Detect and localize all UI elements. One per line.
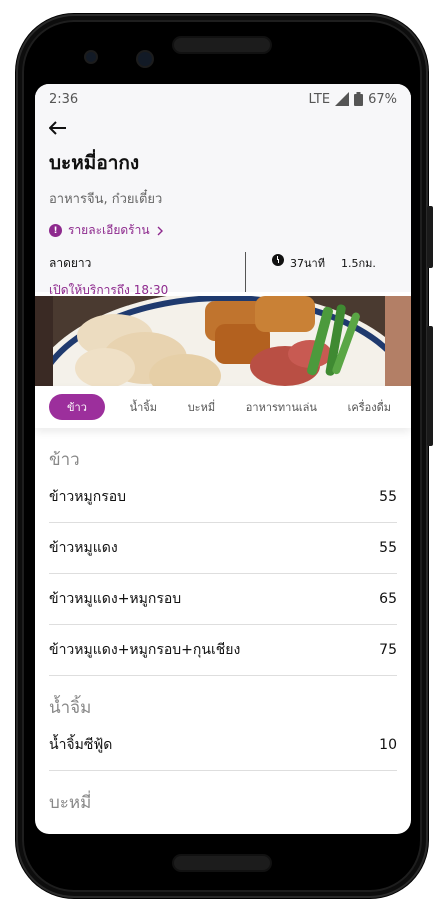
restaurant-details-link[interactable]: ! รายละเอียดร้าน	[49, 221, 397, 240]
restaurant-header: บะหมี่อากง อาหารจีน, ก๋วยเตี๋ยว ! รายละเ…	[35, 114, 411, 297]
menu-item[interactable]: ข้าวหมูแดง+หมูกรอบ 65	[49, 574, 397, 625]
branch-name: ลาดยาว	[49, 256, 92, 270]
restaurant-name: บะหมี่อากง	[49, 152, 140, 174]
menu-item-price: 55	[379, 540, 397, 556]
branch-info: ลาดยาว เปิดให้บริการถึง 18:30 37นาที 1.5…	[49, 252, 397, 297]
tab-appetizer[interactable]: อาหารทานเล่น	[240, 393, 323, 421]
menu-item-name: น้ำจิ้มซีฟู้ด	[49, 737, 113, 753]
section-title-rice: ข้าว	[49, 450, 80, 470]
power-button	[427, 206, 433, 268]
hero-food-image	[35, 296, 411, 386]
tab-drinks[interactable]: เครื่องดื่ม	[342, 393, 397, 421]
food-photo	[35, 296, 411, 386]
arrow-left-icon	[49, 121, 66, 135]
top-speaker	[174, 38, 270, 52]
front-camera	[138, 52, 152, 66]
battery-icon	[354, 92, 364, 106]
status-indicators: LTE 67%	[308, 92, 397, 107]
menu-item[interactable]: ข้าวหมูแดง 55	[49, 523, 397, 574]
network-label: LTE	[308, 91, 331, 107]
menu-item-name: ข้าวหมูแดง+หมูกรอบ+กุนเชียง	[49, 642, 241, 658]
volume-button	[427, 326, 433, 446]
signal-icon	[335, 92, 350, 106]
clock-icon	[272, 254, 284, 266]
tab-rice[interactable]: ข้าว	[49, 394, 105, 420]
delivery-time: 37นาที	[290, 257, 325, 270]
details-link-label: รายละเอียดร้าน	[68, 223, 150, 237]
menu-item[interactable]: ข้าวหมูแดง+หมูกรอบ+กุนเชียง 75	[49, 625, 397, 676]
tab-noodle[interactable]: บะหมี่	[182, 393, 221, 421]
category-tabs: ข้าว น้ำจิ้ม บะหมี่ อาหารทานเล่น เครื่อง…	[35, 386, 411, 428]
battery-percent: 67%	[368, 91, 397, 107]
menu-item-price: 10	[379, 737, 397, 753]
status-time: 2:36	[49, 91, 79, 107]
menu-item-name: ข้าวหมูแดง	[49, 540, 118, 556]
app-screen: 2:36 LTE 67% บะหมี่อากง อาหารจีน, ก๋วยเต…	[35, 84, 411, 834]
chevron-right-icon	[157, 226, 163, 235]
branch-block: ลาดยาว เปิดให้บริการถึง 18:30	[49, 252, 246, 297]
menu-item-name: ข้าวหมูแดง+หมูกรอบ	[49, 591, 182, 607]
menu-list: ข้าว ข้าวหมูกรอบ 55 ข้าวหมูแดง 55 ข้าวหม…	[35, 446, 411, 815]
sensor	[86, 52, 96, 62]
status-bar: 2:36 LTE 67%	[35, 84, 411, 114]
distance: 1.5กม.	[340, 257, 376, 270]
section-title-noodle: บะหมี่	[49, 793, 92, 813]
menu-item-price: 65	[379, 591, 397, 607]
info-icon: !	[49, 224, 62, 237]
restaurant-categories: อาหารจีน, ก๋วยเตี๋ยว	[49, 192, 163, 207]
menu-item[interactable]: ข้าวหมูกรอบ 55	[49, 472, 397, 523]
bottom-speaker	[174, 856, 270, 870]
menu-item-price: 75	[379, 642, 397, 658]
menu-item-name: ข้าวหมูกรอบ	[49, 489, 127, 505]
menu-item-price: 55	[379, 489, 397, 505]
menu-item[interactable]: น้ำจิ้มซีฟู้ด 10	[49, 720, 397, 771]
back-button[interactable]	[49, 114, 397, 142]
tab-sauce[interactable]: น้ำจิ้ม	[124, 393, 163, 421]
section-title-sauce: น้ำจิ้ม	[49, 698, 92, 718]
delivery-info: 37นาที 1.5กม.	[246, 252, 376, 292]
